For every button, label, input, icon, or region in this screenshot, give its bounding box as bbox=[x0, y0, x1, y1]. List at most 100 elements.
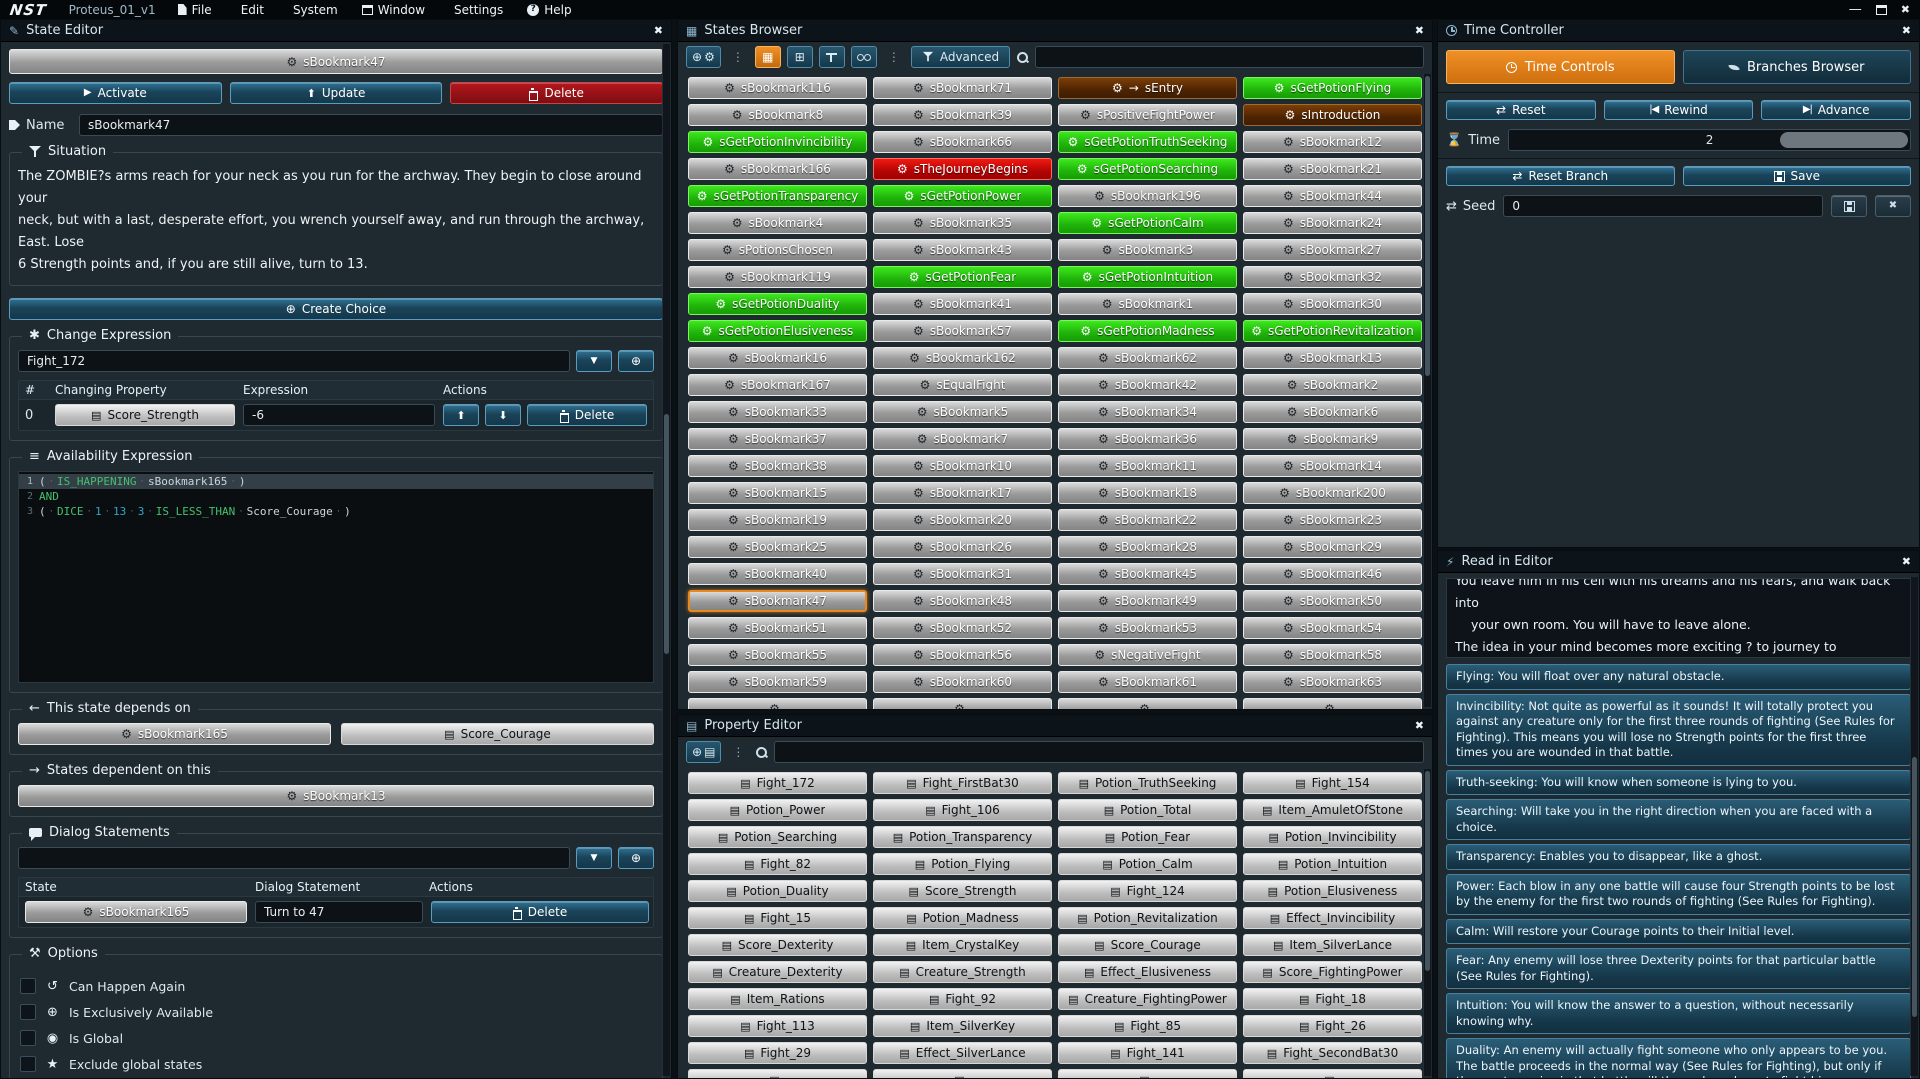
property-button[interactable]: Fight_113 bbox=[688, 1015, 867, 1037]
state-button[interactable]: sBookmark7 bbox=[873, 428, 1052, 450]
state-button[interactable]: sBookmark2 bbox=[1243, 374, 1422, 396]
potion-description[interactable]: Duality: An enemy will actually fight so… bbox=[1446, 1038, 1911, 1079]
states-search-input[interactable] bbox=[1035, 46, 1424, 68]
minimize-icon[interactable] bbox=[1849, 3, 1862, 16]
delete-state-button[interactable]: Delete bbox=[450, 82, 663, 104]
state-button[interactable]: sPositiveFightPower bbox=[1058, 104, 1237, 126]
activate-button[interactable]: Activate bbox=[9, 82, 222, 104]
property-button[interactable]: Fight_29 bbox=[688, 1042, 867, 1064]
property-button[interactable]: Potion_Transparency bbox=[873, 826, 1052, 848]
state-button[interactable]: sBookmark58 bbox=[1243, 644, 1422, 666]
state-button[interactable]: sBookmark52 bbox=[873, 617, 1052, 639]
clear-seed-button[interactable] bbox=[1875, 195, 1911, 217]
state-button[interactable]: sBookmark55 bbox=[688, 644, 867, 666]
potion-description[interactable]: Fear: Any enemy will lose three Dexterit… bbox=[1446, 948, 1911, 989]
state-button[interactable]: sBookmark63 bbox=[1243, 671, 1422, 693]
seed-input[interactable] bbox=[1503, 195, 1823, 217]
state-button[interactable]: sBookmark31 bbox=[873, 563, 1052, 585]
menu-item[interactable]: Window bbox=[362, 3, 425, 17]
state-button[interactable]: sGetPotionDuality bbox=[688, 293, 867, 315]
state-button[interactable]: sBookmark20 bbox=[873, 509, 1052, 531]
state-button[interactable]: sBookmark34 bbox=[1058, 401, 1237, 423]
state-button[interactable]: sBookmark53 bbox=[1058, 617, 1237, 639]
menu-item[interactable]: Help bbox=[527, 3, 571, 17]
checkbox[interactable] bbox=[20, 1004, 36, 1020]
state-button[interactable]: sGetPotionCalm bbox=[1058, 212, 1237, 234]
state-button[interactable]: sBookmark119 bbox=[688, 266, 867, 288]
menu-item[interactable]: Edit bbox=[236, 3, 264, 17]
state-button[interactable]: sBookmark71 bbox=[873, 77, 1052, 99]
property-button[interactable]: Potion_Fear bbox=[1058, 826, 1237, 848]
state-button[interactable]: sBookmark22 bbox=[1058, 509, 1237, 531]
state-button[interactable]: sBookmark30 bbox=[1243, 293, 1422, 315]
close-icon[interactable] bbox=[1415, 720, 1424, 731]
property-button[interactable]: Fight_82 bbox=[688, 853, 867, 875]
property-button[interactable]: Score_Courage bbox=[1058, 934, 1237, 956]
property-button[interactable] bbox=[873, 1069, 1052, 1079]
potion-description[interactable]: Truth-seeking: You will know when someon… bbox=[1446, 770, 1911, 796]
state-button[interactable]: sBookmark18 bbox=[1058, 482, 1237, 504]
state-button[interactable]: sBookmark39 bbox=[873, 104, 1052, 126]
state-button[interactable]: sBookmark40 bbox=[688, 563, 867, 585]
availability-code-editor[interactable]: 1 (IS_HAPPENINGsBookmark165) 2 AND 3 (DI… bbox=[18, 471, 654, 683]
property-button[interactable]: Potion_Total bbox=[1058, 799, 1237, 821]
changing-property-button[interactable]: Score_Strength bbox=[55, 404, 235, 426]
change-property-selector[interactable]: Fight_172 bbox=[18, 350, 570, 372]
property-button[interactable]: Fight_18 bbox=[1243, 988, 1422, 1010]
dependent-state-button[interactable]: sBookmark13 bbox=[18, 785, 654, 807]
state-button[interactable]: sGetPotionPower bbox=[873, 185, 1052, 207]
state-button[interactable]: sBookmark56 bbox=[873, 644, 1052, 666]
grid-view-button[interactable] bbox=[755, 46, 781, 68]
state-button[interactable]: sBookmark1 bbox=[1058, 293, 1237, 315]
potion-description[interactable]: Transparency: Enables you to disappear, … bbox=[1446, 844, 1911, 870]
hierarchy-view-button[interactable] bbox=[819, 46, 845, 68]
dependency-state-button[interactable]: sBookmark165 bbox=[18, 723, 331, 745]
state-button[interactable]: sBookmark13 bbox=[1243, 347, 1422, 369]
property-button[interactable]: Potion_Madness bbox=[873, 907, 1052, 929]
menu-item[interactable]: System bbox=[288, 3, 338, 17]
property-button[interactable]: Creature_FightingPower bbox=[1058, 988, 1237, 1010]
property-button[interactable] bbox=[688, 1069, 867, 1079]
dialog-dropdown-button[interactable] bbox=[576, 847, 612, 869]
state-editor-scrollbar[interactable] bbox=[662, 44, 670, 1076]
state-button[interactable] bbox=[688, 698, 867, 710]
potion-description[interactable]: Flying: You will float over any natural … bbox=[1446, 664, 1911, 690]
state-button[interactable]: sBookmark17 bbox=[873, 482, 1052, 504]
save-button[interactable]: Save bbox=[1683, 166, 1912, 186]
move-down-button[interactable] bbox=[485, 404, 521, 426]
dialog-state-button[interactable]: sBookmark165 bbox=[25, 901, 247, 923]
state-button[interactable]: sBookmark32 bbox=[1243, 266, 1422, 288]
time-input[interactable]: 2 bbox=[1508, 129, 1911, 151]
state-button[interactable]: sBookmark10 bbox=[873, 455, 1052, 477]
state-button[interactable]: sGetPotionFlying bbox=[1243, 77, 1422, 99]
state-button[interactable]: sNegativeFight bbox=[1058, 644, 1237, 666]
reset-button[interactable]: Reset bbox=[1446, 100, 1596, 120]
state-button[interactable]: sBookmark3 bbox=[1058, 239, 1237, 261]
create-choice-button[interactable]: Create Choice bbox=[9, 298, 663, 320]
maximize-icon[interactable] bbox=[1876, 5, 1887, 15]
property-editor-scrollbar[interactable] bbox=[1423, 769, 1431, 1076]
state-button[interactable]: sBookmark47 bbox=[688, 590, 867, 612]
state-button[interactable]: sBookmark24 bbox=[1243, 212, 1422, 234]
tab-time-controls[interactable]: Time Controls bbox=[1446, 50, 1675, 84]
property-button[interactable]: Item_SilverKey bbox=[873, 1015, 1052, 1037]
state-button[interactable]: sGetPotionMadness bbox=[1058, 320, 1237, 342]
close-icon[interactable] bbox=[1902, 556, 1911, 567]
property-button[interactable]: Fight_85 bbox=[1058, 1015, 1237, 1037]
save-seed-button[interactable] bbox=[1831, 195, 1867, 217]
state-button[interactable]: sBookmark41 bbox=[873, 293, 1052, 315]
property-button[interactable]: Effect_Invincibility bbox=[1243, 907, 1422, 929]
state-button[interactable] bbox=[873, 698, 1052, 710]
checkbox[interactable] bbox=[20, 1030, 36, 1046]
tab-branches-browser[interactable]: Branches Browser bbox=[1683, 50, 1912, 84]
state-button[interactable]: sBookmark45 bbox=[1058, 563, 1237, 585]
state-button[interactable]: sGetPotionIntuition bbox=[1058, 266, 1237, 288]
property-button[interactable] bbox=[1058, 1069, 1237, 1079]
state-button[interactable]: sBookmark66 bbox=[873, 131, 1052, 153]
state-button[interactable]: sGetPotionSearching bbox=[1058, 158, 1237, 180]
advanced-filter-button[interactable]: Advanced bbox=[911, 46, 1010, 68]
close-icon[interactable] bbox=[1902, 25, 1911, 36]
potion-description[interactable]: Searching: Will take you in the right di… bbox=[1446, 799, 1911, 840]
add-change-row-button[interactable] bbox=[618, 350, 654, 372]
property-button[interactable]: Item_AmuletOfStone bbox=[1243, 799, 1422, 821]
